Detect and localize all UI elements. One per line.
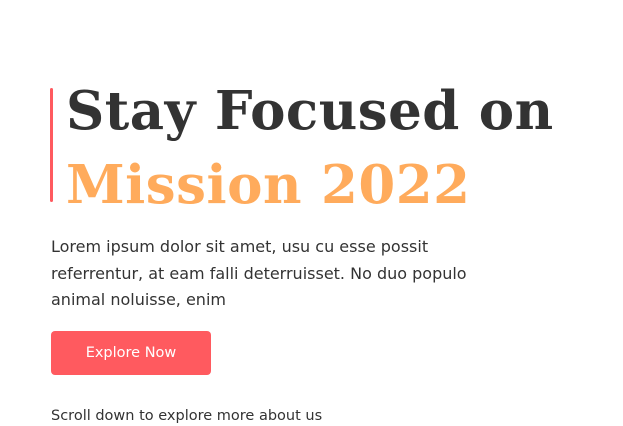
accent-bar xyxy=(50,88,53,202)
headline-line-1: Stay Focused on xyxy=(66,80,554,142)
scroll-hint: Scroll down to explore more about us xyxy=(51,408,323,424)
hero-section: Stay Focused on Mission 2022 Lorem ipsum… xyxy=(0,0,623,425)
headline-line-2: Mission 2022 xyxy=(66,154,471,216)
explore-now-button[interactable]: Explore Now xyxy=(51,331,211,375)
hero-headline: Stay Focused on Mission 2022 xyxy=(66,74,554,222)
hero-description: Lorem ipsum dolor sit amet, usu cu esse … xyxy=(51,237,467,309)
